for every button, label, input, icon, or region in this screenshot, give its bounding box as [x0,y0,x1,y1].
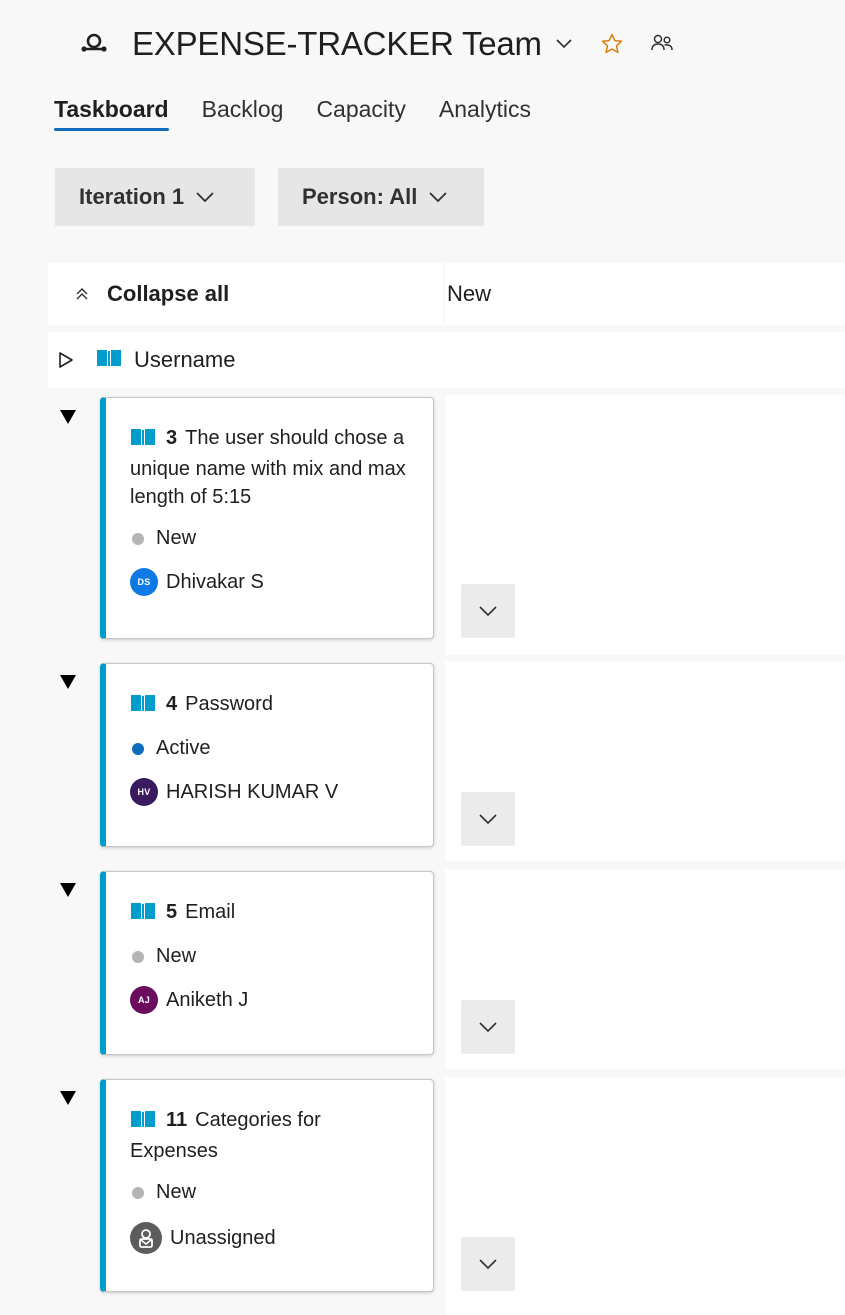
chevron-down-icon [479,1022,497,1032]
work-item-id[interactable]: 3 [166,427,177,449]
column-header-label: New [447,281,492,306]
work-item-card[interactable]: 3 The user should chose a unique name wit… [100,397,434,639]
double-chevron-up-icon [75,287,89,301]
group-row-username[interactable]: Username [48,332,845,388]
collapse-row-icon[interactable] [57,406,79,428]
person-dropdown[interactable]: Person: All [278,168,484,226]
iteration-label: Iteration 1 [79,184,185,209]
people-icon[interactable] [650,32,674,56]
expand-button[interactable] [461,792,515,846]
assignee-name: Dhivakar S [166,570,264,593]
card-title: 5 Email [130,898,413,929]
state-label: New [156,1181,197,1203]
state-field[interactable]: New [130,1181,413,1204]
book-icon [96,348,122,373]
avatar: DS [130,568,158,596]
team-icon [78,28,110,60]
state-dot-icon [132,742,144,755]
work-item-title[interactable]: Password [185,693,273,715]
work-item-title[interactable]: Categories for Expenses [130,1109,321,1162]
expand-triangle-icon[interactable] [58,351,74,369]
state-label: New [156,527,197,549]
assignee-field[interactable]: Unassigned [130,1222,413,1254]
card-title: 4 Password [130,690,413,721]
assignee-field[interactable]: AJ Aniketh J [130,986,413,1014]
chevron-down-icon [479,814,497,824]
work-item-title[interactable]: Email [185,901,235,923]
assignee-name: Unassigned [170,1226,276,1249]
tab-taskboard[interactable]: Taskboard [54,96,169,131]
work-item-id[interactable]: 11 [166,1109,187,1131]
assignee-name: HARISH KUMAR V [166,780,339,803]
chevron-down-icon [196,192,214,202]
card-title: 11 Categories for Expenses [130,1106,413,1165]
tab-backlog[interactable]: Backlog [202,96,284,131]
book-icon [130,1109,156,1137]
collapse-all-button[interactable]: Collapse all [75,281,229,307]
expand-button[interactable] [461,1000,515,1054]
work-item-card[interactable]: 4 Password Active HV HARISH KUMAR V [100,663,434,847]
state-label: New [156,945,197,967]
tab-capacity[interactable]: Capacity [316,96,405,131]
tab-bar: Taskboard Backlog Capacity Analytics [54,96,564,131]
team-header: EXPENSE-TRACKER Team [78,22,674,66]
state-field[interactable]: New [130,945,413,968]
star-icon[interactable] [600,32,624,56]
avatar: HV [130,778,158,806]
expand-button[interactable] [461,584,515,638]
collapse-row-icon[interactable] [57,671,79,693]
card-title: 3 The user should chose a unique name wit… [130,424,413,511]
state-dot-icon [132,950,144,963]
chevron-down-icon[interactable] [556,35,574,53]
chevron-down-icon [479,606,497,616]
collapse-row-icon[interactable] [57,879,79,901]
state-field[interactable]: New [130,527,413,550]
work-item-card[interactable]: 11 Categories for Expenses New Unassigned [100,1079,434,1292]
tab-analytics[interactable]: Analytics [439,96,531,131]
avatar: AJ [130,986,158,1014]
iteration-dropdown[interactable]: Iteration 1 [55,168,255,226]
assignee-name: Aniketh J [166,988,249,1011]
chevron-down-icon [429,192,447,202]
book-icon [130,427,156,455]
expand-button[interactable] [461,1237,515,1291]
state-dot-icon [132,1186,144,1199]
board-header-left: Collapse all [48,263,443,325]
work-item-id[interactable]: 5 [166,901,177,923]
work-item-id[interactable]: 4 [166,693,177,715]
book-icon [130,901,156,929]
person-label: Person: All [302,184,418,209]
state-field[interactable]: Active [130,737,413,760]
state-dot-icon [132,532,144,545]
book-icon [130,693,156,721]
group-label: Username [134,347,236,372]
column-header-new: New [445,263,845,325]
collapse-all-label: Collapse all [107,281,230,306]
work-item-card[interactable]: 5 Email New AJ Aniketh J [100,871,434,1055]
unassigned-user-icon [130,1222,162,1254]
collapse-row-icon[interactable] [57,1087,79,1109]
state-label: Active [156,737,211,759]
assignee-field[interactable]: DS Dhivakar S [130,568,413,596]
assignee-field[interactable]: HV HARISH KUMAR V [130,778,413,806]
page-title: EXPENSE-TRACKER Team [132,25,542,62]
chevron-down-icon [479,1259,497,1269]
